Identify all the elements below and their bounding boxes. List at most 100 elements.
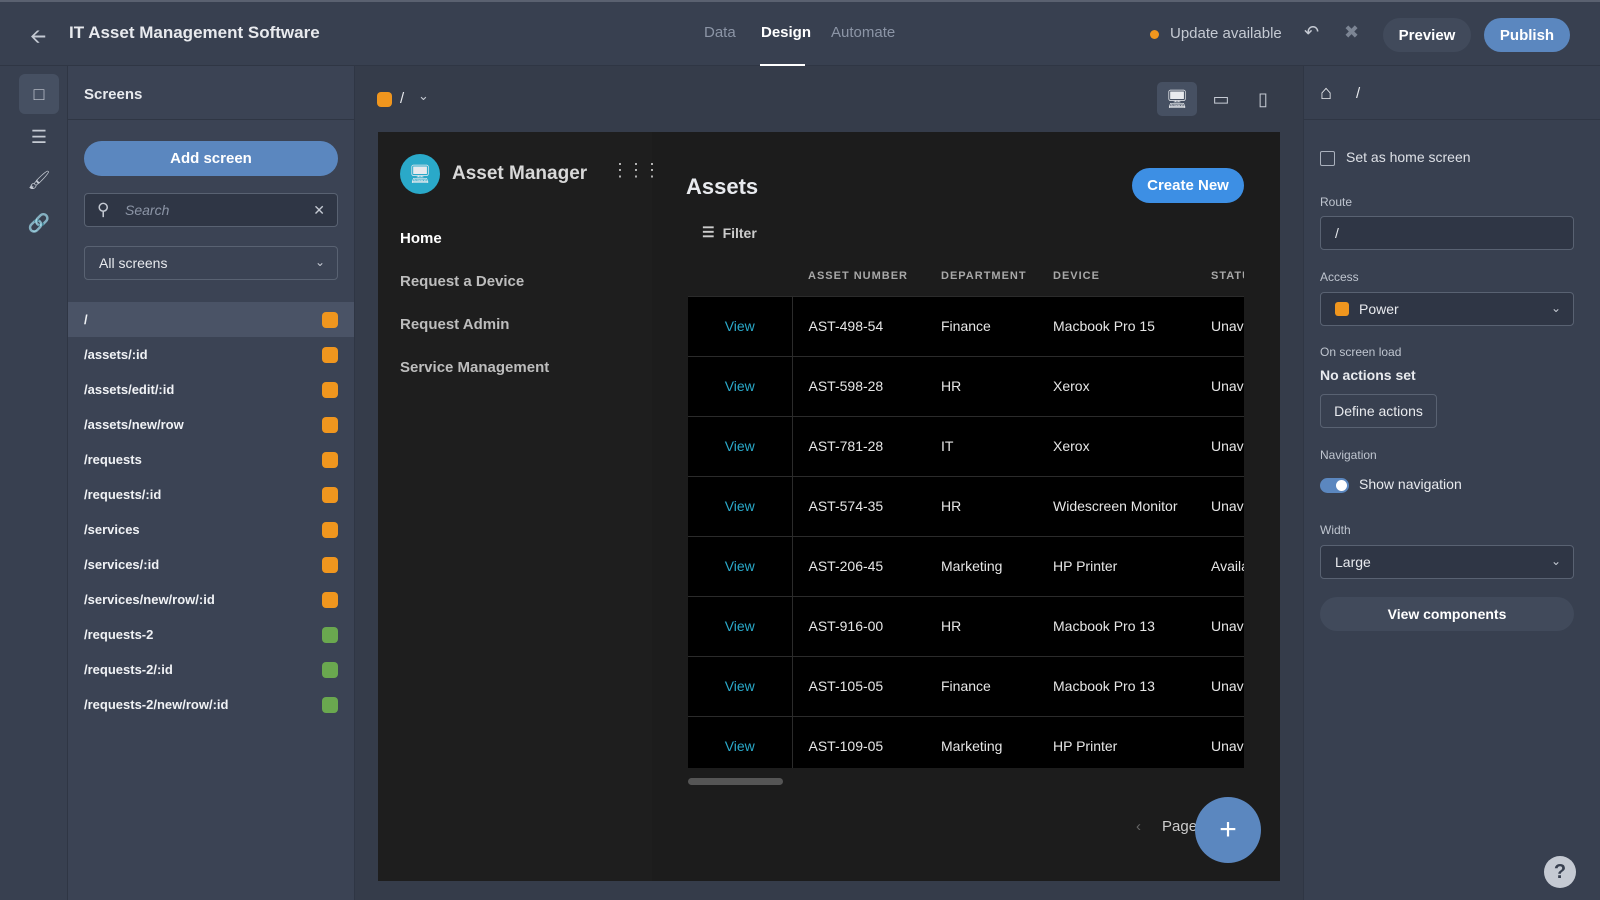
table-cell: IT xyxy=(925,415,1037,476)
route-value: / xyxy=(1335,225,1339,241)
help-icon[interactable]: ? xyxy=(1544,856,1576,888)
grid-menu-icon[interactable]: ⋮⋮⋮ xyxy=(611,160,661,181)
app-preview: 🖥 Asset Manager ⋮⋮⋮ Home Request a Devic… xyxy=(378,132,1280,881)
update-available-link[interactable]: Update available xyxy=(1170,25,1282,42)
nav-request-admin[interactable]: Request Admin xyxy=(400,316,509,333)
screens-icon[interactable]: □ xyxy=(19,74,59,114)
screen-item[interactable]: /assets/edit/:id xyxy=(68,372,354,407)
link-icon[interactable]: 🔗 xyxy=(19,203,59,243)
column-header xyxy=(688,256,792,296)
table-cell: HR xyxy=(925,355,1037,416)
nav-request-device[interactable]: Request a Device xyxy=(400,273,524,290)
screen-item[interactable]: /requests/:id xyxy=(68,477,354,512)
publish-button[interactable]: Publish xyxy=(1484,18,1570,52)
add-screen-button[interactable]: Add screen xyxy=(84,141,338,176)
table-cell: Unavailable xyxy=(1195,295,1244,356)
app-logo-icon: 🖥 xyxy=(400,154,440,194)
desktop-view-icon[interactable]: 🖥 xyxy=(1157,82,1197,116)
screen-access-color-icon xyxy=(322,311,338,328)
screen-item[interactable]: /assets/new/row xyxy=(68,407,354,442)
mobile-view-icon[interactable]: ▯ xyxy=(1243,82,1283,116)
view-link[interactable]: View xyxy=(688,595,793,656)
table-cell: Macbook Pro 15 xyxy=(1037,295,1195,356)
preview-button[interactable]: Preview xyxy=(1383,18,1471,52)
table-cell: Macbook Pro 13 xyxy=(1037,655,1195,716)
table-cell: Marketing xyxy=(925,715,1037,768)
route-input[interactable]: / xyxy=(1320,216,1574,250)
table-cell: Unavailable xyxy=(1195,595,1244,656)
page-title: Assets xyxy=(686,174,759,199)
screens-title: Screens xyxy=(84,86,143,103)
table-row: ViewAST-598-28HRXeroxUnavailable xyxy=(688,355,1244,416)
screen-item[interactable]: /requests-2/:id xyxy=(68,652,354,687)
list-icon[interactable]: ☰ xyxy=(19,117,59,157)
horizontal-scrollbar[interactable] xyxy=(688,778,783,785)
width-label: Width xyxy=(1320,523,1351,537)
view-link[interactable]: View xyxy=(688,715,793,768)
show-navigation-toggle[interactable] xyxy=(1320,478,1349,493)
view-link[interactable]: View xyxy=(688,655,793,716)
nav-home[interactable]: Home xyxy=(400,230,442,247)
screen-route: /requests/:id xyxy=(84,487,162,502)
table-cell: Macbook Pro 13 xyxy=(1037,595,1195,656)
view-link[interactable]: View xyxy=(688,295,793,356)
back-arrow-icon[interactable]: 🡨 xyxy=(30,22,46,56)
screens-filter-select[interactable]: All screens ⌄ xyxy=(84,246,338,280)
tab-data[interactable]: Data xyxy=(704,24,736,41)
assets-table: ASSET NUMBERDEPARTMENTDEVICESTATUSViewAS… xyxy=(688,256,1244,768)
access-select[interactable]: Power ⌄ xyxy=(1320,292,1574,326)
brush-icon[interactable]: 🖌 xyxy=(19,160,59,200)
view-link[interactable]: View xyxy=(688,415,793,476)
table-row: ViewAST-498-54FinanceMacbook Pro 15Unava… xyxy=(688,295,1244,356)
table-cell: Unavailable xyxy=(1195,355,1244,416)
home-screen-label: Set as home screen xyxy=(1346,149,1471,165)
screen-item[interactable]: / xyxy=(68,302,354,337)
screen-item[interactable]: /services/:id xyxy=(68,547,354,582)
view-link[interactable]: View xyxy=(688,535,793,596)
table-row: ViewAST-105-05FinanceMacbook Pro 13Unava… xyxy=(688,655,1244,716)
table-cell: AST-109-05 xyxy=(792,715,925,768)
page-label: Page xyxy=(1162,818,1198,835)
screen-access-color-icon xyxy=(322,626,338,643)
prev-page-icon[interactable]: ‹ xyxy=(1136,818,1141,835)
disabled-settings-icon[interactable]: ✖ xyxy=(1344,22,1359,43)
screen-access-color-icon xyxy=(322,556,338,573)
add-fab-button[interactable]: + xyxy=(1195,797,1261,863)
table-cell: AST-916-00 xyxy=(792,595,925,656)
screen-route: / xyxy=(84,312,88,327)
chevron-down-icon[interactable]: ⌄ xyxy=(418,88,429,104)
screen-item[interactable]: /services/new/row/:id xyxy=(68,582,354,617)
access-color-icon xyxy=(1335,302,1349,316)
divider xyxy=(1304,119,1600,120)
screen-route: /requests xyxy=(84,452,142,467)
create-new-button[interactable]: Create New xyxy=(1132,168,1244,203)
screen-color-icon xyxy=(377,92,392,107)
screen-item[interactable]: /requests xyxy=(68,442,354,477)
table-cell: HR xyxy=(925,475,1037,536)
tablet-view-icon[interactable]: ▭ xyxy=(1201,82,1241,116)
view-link[interactable]: View xyxy=(688,475,793,536)
filter-button[interactable]: ☰ Filter xyxy=(702,224,757,241)
tab-automate[interactable]: Automate xyxy=(831,24,895,41)
table-row: ViewAST-916-00HRMacbook Pro 13Unavailabl… xyxy=(688,595,1244,656)
route-crumb: / xyxy=(1356,85,1361,102)
search-input[interactable]: ⚲ Search ✕ xyxy=(84,193,338,227)
width-select[interactable]: Large ⌄ xyxy=(1320,545,1574,579)
screen-item[interactable]: /assets/:id xyxy=(68,337,354,372)
screen-item[interactable]: /requests-2 xyxy=(68,617,354,652)
filter-icon: ☰ xyxy=(702,224,715,240)
table-row: ViewAST-574-35HRWidescreen MonitorUnavai… xyxy=(688,475,1244,536)
nav-service-management[interactable]: Service Management xyxy=(400,359,549,376)
column-header: STATUS xyxy=(1211,269,1244,282)
define-actions-button[interactable]: Define actions xyxy=(1320,394,1437,428)
clear-icon[interactable]: ✕ xyxy=(313,202,325,219)
view-components-button[interactable]: View components xyxy=(1320,597,1574,631)
navigation-label: Navigation xyxy=(1320,448,1377,462)
home-screen-checkbox[interactable] xyxy=(1320,151,1335,166)
chevron-down-icon: ⌄ xyxy=(1550,554,1561,568)
screen-item[interactable]: /requests-2/new/row/:id xyxy=(68,687,354,722)
tab-design[interactable]: Design xyxy=(761,24,811,41)
view-link[interactable]: View xyxy=(688,355,793,416)
screen-item[interactable]: /services xyxy=(68,512,354,547)
undo-icon[interactable]: ↶ xyxy=(1304,22,1319,43)
